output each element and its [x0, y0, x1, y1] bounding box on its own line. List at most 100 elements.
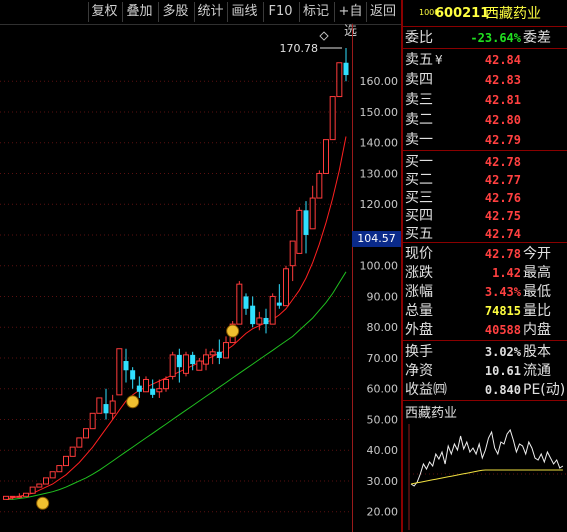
toolbar-button-6[interactable]: 标记	[299, 2, 332, 22]
weibi-value: -23.64%	[470, 31, 521, 45]
candle-down	[243, 296, 249, 309]
candle-up	[296, 209, 303, 254]
buy-row-2: 买三 42.76	[403, 188, 567, 208]
buy-value: 42.74	[484, 227, 521, 241]
sell-row-3: 卖二 42.80	[403, 110, 567, 130]
candle-up	[116, 348, 123, 396]
buy-value: 42.75	[484, 209, 521, 223]
candle-up	[289, 240, 296, 267]
quote-label2: 内盘	[523, 322, 551, 338]
candle-up	[16, 495, 23, 498]
quote-label: 涨跌	[405, 265, 433, 281]
current-price-tag: 104.57	[352, 231, 401, 247]
stat-value: 0.840	[484, 383, 521, 397]
candle-up	[283, 268, 289, 307]
sell-label: 卖五	[405, 52, 433, 68]
stat-row-1: 净资 10.61 流通	[403, 361, 567, 381]
stat-row-2: 收益㈣ 0.840 PE(动)	[403, 380, 567, 400]
buy-row-0: 买一 42.78	[403, 152, 567, 172]
buy-row-4: 买五 42.74	[403, 224, 567, 244]
candle-up	[223, 342, 229, 359]
candle-down	[190, 354, 196, 365]
candle-up	[3, 495, 9, 500]
candle-down	[130, 370, 136, 380]
ma-short-line	[5, 136, 347, 500]
stock-code: 600211	[435, 6, 490, 21]
candle-down	[150, 388, 156, 395]
intraday-mini-chart[interactable]	[403, 424, 567, 530]
quote-row-2: 涨幅 3.43% 最低	[403, 282, 567, 302]
quote-value: 74815	[484, 304, 521, 318]
toolbar-button-5[interactable]: F10	[263, 2, 297, 22]
candle-up	[36, 483, 43, 488]
toolbar-button-8[interactable]: 返回	[366, 2, 399, 22]
candle-up	[89, 412, 96, 430]
stat-value: 10.61	[484, 364, 521, 378]
candle-up	[316, 172, 323, 199]
candle-up	[256, 317, 263, 325]
sell-value: 42.83	[484, 73, 521, 87]
candle-up	[63, 455, 69, 467]
toolbar-button-2[interactable]: 多股	[158, 2, 192, 22]
toolbar-button-3[interactable]: 统计	[194, 2, 226, 22]
buy-label: 买一	[405, 154, 433, 170]
money-bag-icon	[126, 395, 140, 409]
candle-up	[143, 378, 149, 393]
candle-down	[263, 317, 269, 325]
sell-value: 42.80	[484, 113, 521, 127]
buy-label: 买二	[405, 172, 433, 188]
quote-label: 涨幅	[405, 284, 433, 300]
mini-price-line	[410, 428, 564, 487]
candle-down	[303, 210, 309, 235]
stat-label: 收益㈣	[405, 382, 447, 398]
buy-value: 42.78	[484, 155, 521, 169]
diamond-icon	[319, 31, 329, 41]
candle-up	[83, 428, 89, 439]
quote-row-1: 涨跌 1.42 最高	[403, 263, 567, 283]
stat-row-0: 换手 3.02% 股本	[403, 342, 567, 362]
quote-value: 42.78	[484, 247, 521, 261]
candle-up	[329, 96, 336, 141]
stock-header: 1000 600211 西藏药业	[403, 4, 567, 26]
stat-label: 换手	[405, 344, 433, 360]
candle-down	[343, 62, 349, 76]
buy-label: 买四	[405, 208, 433, 224]
weibi-row: 委比 -23.64% 委差	[403, 28, 567, 48]
kline-chart[interactable]: 20.0030.0040.0050.0060.0070.0080.0090.00…	[0, 24, 401, 532]
buy-row-1: 买二 42.77	[403, 170, 567, 190]
money-bag-icon	[226, 324, 240, 338]
toolbar-button-0[interactable]: 复权	[88, 2, 120, 22]
sell-value: 42.79	[484, 133, 521, 147]
sell-row-2: 卖三 42.81	[403, 90, 567, 110]
candle-up	[156, 388, 163, 393]
quote-value: 1.42	[492, 266, 521, 280]
buy-row-3: 买四 42.75	[403, 206, 567, 226]
sell-row-4: 卖一 42.79	[403, 130, 567, 150]
stat-label: 净资	[405, 363, 433, 379]
candle-up	[309, 197, 316, 230]
sell-label: 卖三	[405, 92, 433, 108]
candle-down	[216, 351, 222, 358]
quote-panel: 1000 600211 西藏药业 委比 -23.64% 委差 西藏药业 卖五 ¥4…	[403, 0, 567, 532]
sell-row-0: 卖五 ¥42.84	[403, 50, 567, 70]
toolbar-button-4[interactable]: 画线	[227, 2, 261, 22]
candle-up	[163, 378, 169, 390]
candle-up	[29, 486, 36, 494]
yuan-mark: ¥	[435, 53, 443, 67]
candle-up	[96, 397, 103, 414]
sell-row-1: 卖四 42.83	[403, 70, 567, 90]
candle-up	[9, 495, 16, 498]
candle-up	[56, 465, 63, 473]
money-bag-icon	[36, 496, 50, 510]
candle-up	[323, 139, 329, 174]
quote-label2: 最高	[523, 265, 551, 281]
sell-value: 42.81	[484, 93, 521, 107]
toolbar-button-7[interactable]: +自选	[334, 2, 366, 39]
weibi-label: 委比	[405, 30, 433, 46]
stock-name: 西藏药业	[485, 6, 541, 22]
quote-label: 总量	[405, 303, 433, 319]
quote-label2: 最低	[523, 284, 551, 300]
toolbar-button-1[interactable]: 叠加	[122, 2, 156, 22]
quote-row-0: 现价 42.78 今开	[403, 244, 567, 264]
sell-label: 卖二	[405, 112, 433, 128]
